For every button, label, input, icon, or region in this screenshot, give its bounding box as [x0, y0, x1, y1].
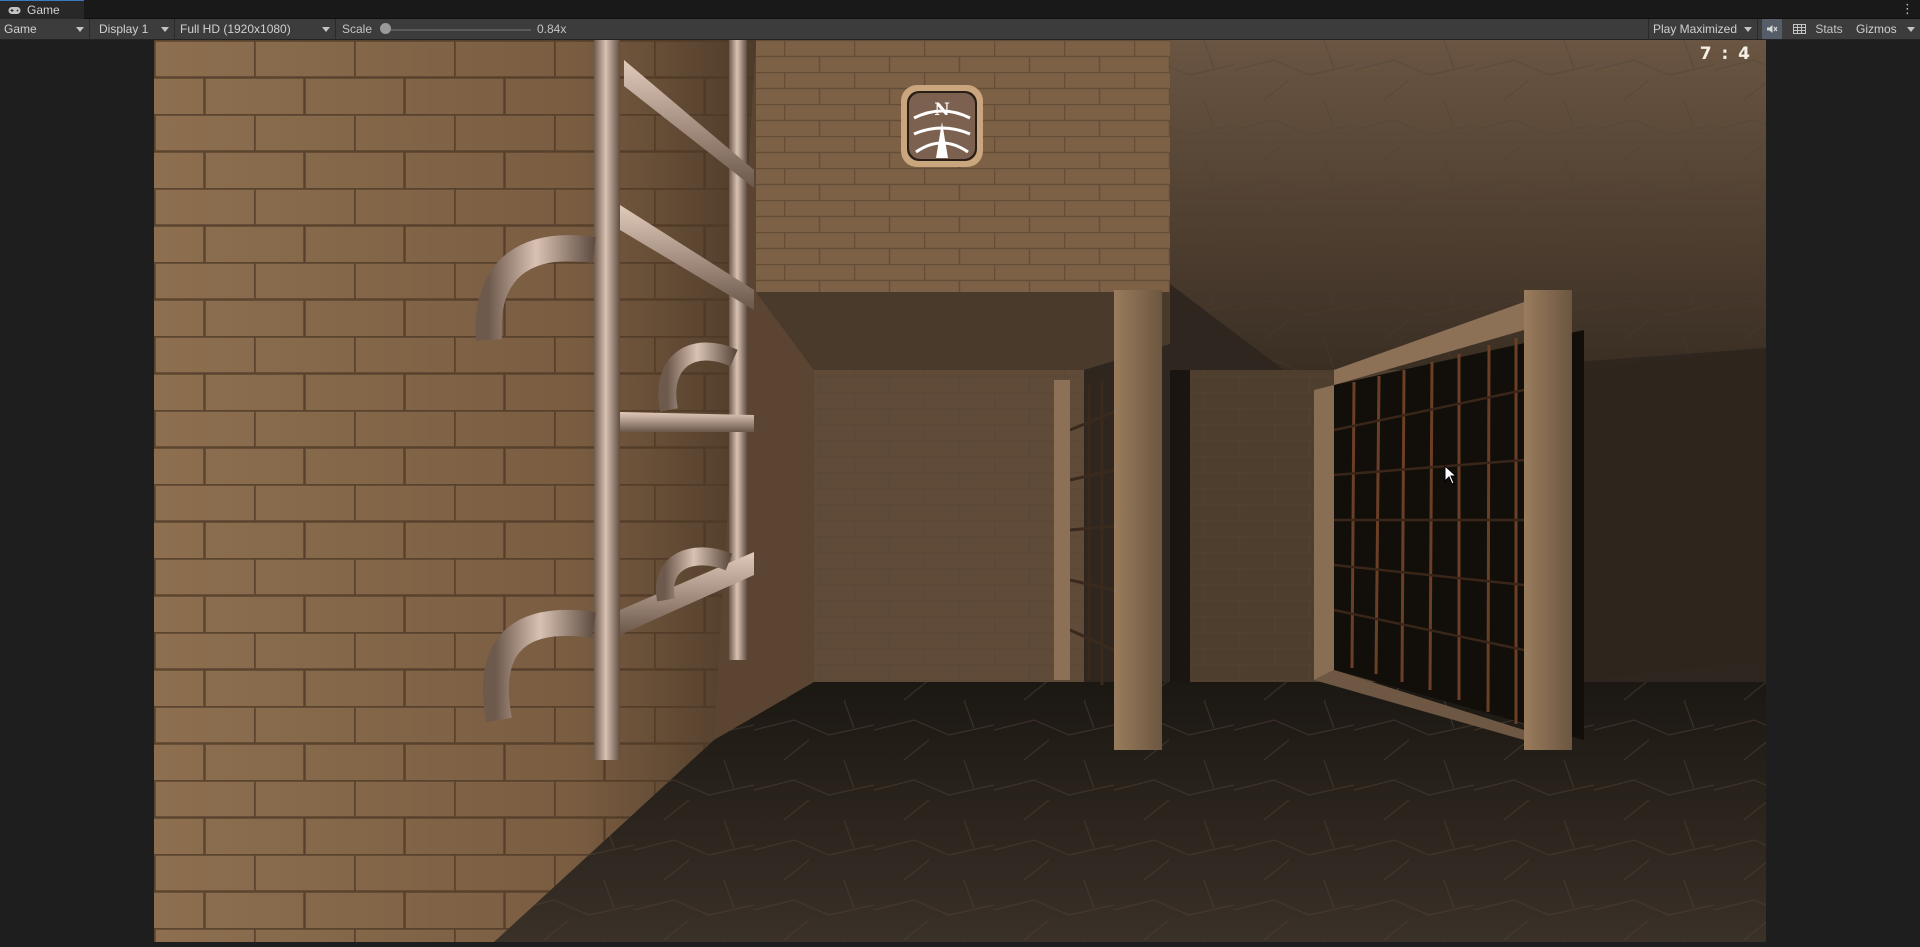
mouse-cursor-icon — [1444, 465, 1458, 485]
game-view[interactable]: 7 : 4 N — [154, 40, 1766, 942]
scale-value: 0.84x — [537, 22, 567, 36]
play-mode-value: Play Maximized — [1653, 22, 1738, 36]
gizmos-dropdown[interactable]: Gizmos — [1850, 19, 1920, 39]
display-value: Display 1 — [99, 22, 149, 36]
gizmos-label: Gizmos — [1856, 22, 1897, 36]
stats-grid-icon — [1792, 24, 1806, 34]
compass-icon: N — [901, 85, 983, 167]
audio-mute-icon — [1767, 25, 1778, 33]
scale-slider-thumb[interactable] — [380, 23, 391, 34]
stats-button[interactable]: Stats — [1812, 19, 1846, 39]
game-timer: 7 : 4 — [1699, 44, 1752, 64]
chevron-down-icon — [161, 27, 169, 32]
chevron-down-icon — [322, 27, 330, 32]
game-toolbar: Game Display 1 Full HD (1920x1080) Scale… — [0, 19, 1920, 40]
play-mode-dropdown[interactable]: Play Maximized — [1648, 19, 1758, 39]
display-mode-value: Game — [4, 22, 37, 36]
resolution-value: Full HD (1920x1080) — [180, 22, 291, 36]
chevron-down-icon — [1907, 27, 1915, 32]
display-dropdown[interactable]: Display 1 — [95, 19, 175, 39]
game-viewport: 7 : 4 N — [0, 40, 1920, 947]
mute-audio-button[interactable] — [1762, 19, 1782, 39]
scale-label: Scale — [342, 22, 373, 36]
chevron-down-icon — [76, 27, 84, 32]
display-mode-dropdown[interactable]: Game — [0, 19, 90, 39]
resolution-dropdown[interactable]: Full HD (1920x1080) — [176, 19, 336, 39]
window-tab-bar: Game ⋮ — [0, 0, 1920, 19]
tab-game[interactable]: Game — [0, 0, 84, 19]
chevron-down-icon — [1744, 27, 1752, 32]
dungeon-scene — [154, 40, 1766, 942]
compass-letter: N — [934, 100, 950, 120]
stats-grid-button[interactable] — [1789, 19, 1809, 39]
window-menu-icon[interactable]: ⋮ — [1901, 1, 1914, 17]
scale-slider-track[interactable] — [385, 29, 531, 31]
tab-title: Game — [27, 3, 60, 17]
gamepad-icon — [8, 6, 21, 14]
stats-label: Stats — [1815, 22, 1843, 36]
